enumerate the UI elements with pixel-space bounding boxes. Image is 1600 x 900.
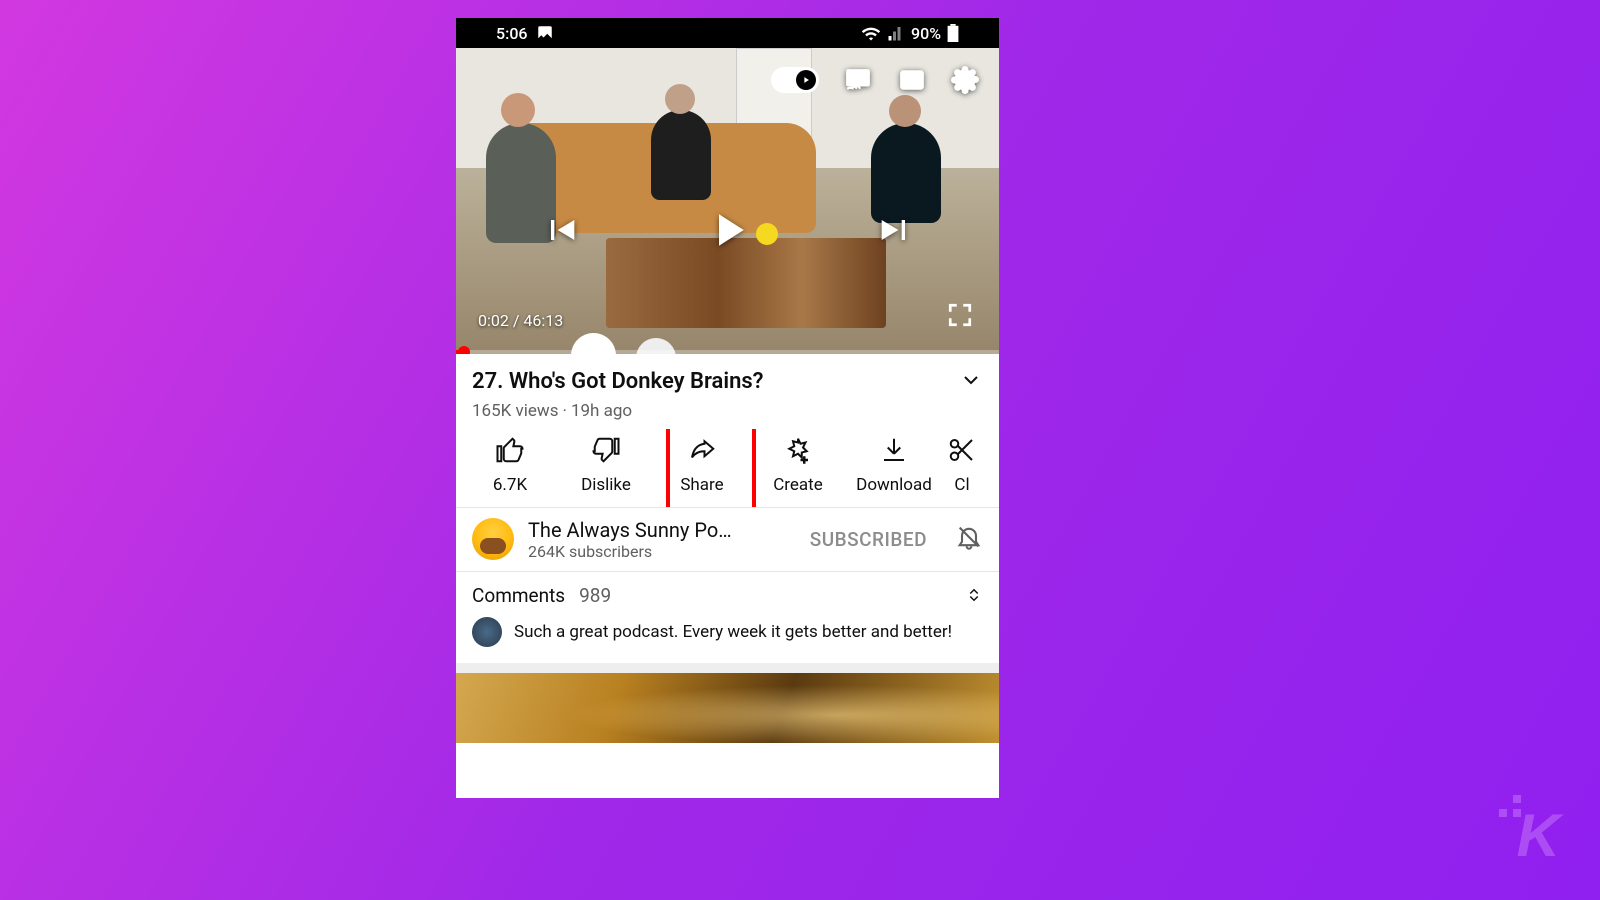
cast-icon[interactable] xyxy=(843,67,873,93)
play-icon[interactable] xyxy=(701,203,755,257)
comments-header[interactable]: Comments 989 xyxy=(456,572,999,613)
share-icon xyxy=(687,435,717,465)
status-time: 5:06 xyxy=(496,24,528,43)
picture-icon xyxy=(536,24,554,42)
like-button[interactable]: 6.7K xyxy=(462,435,558,495)
comments-count: 989 xyxy=(579,584,611,607)
download-icon xyxy=(879,435,909,465)
previous-icon[interactable] xyxy=(541,210,581,250)
comments-label: Comments xyxy=(472,584,565,607)
upload-age: 19h ago xyxy=(571,401,632,421)
clip-label: Cl xyxy=(954,475,969,495)
commenter-avatar xyxy=(472,617,502,647)
bell-off-icon xyxy=(955,523,983,551)
dislike-button[interactable]: Dislike xyxy=(558,435,654,495)
video-meta: 165K views·19h ago xyxy=(456,401,999,429)
view-count: 165K views xyxy=(472,401,558,421)
suggested-video-thumbnail[interactable] xyxy=(456,673,999,743)
status-bar: 5:06 90% xyxy=(456,18,999,48)
signal-icon xyxy=(887,24,905,42)
share-button[interactable]: Share xyxy=(654,435,750,495)
create-icon xyxy=(783,435,813,465)
title-row[interactable]: 27. Who's Got Donkey Brains? xyxy=(456,354,999,401)
expand-icon[interactable] xyxy=(965,586,983,604)
cc-icon[interactable] xyxy=(897,67,927,93)
player-overlay: 0:02 / 46:13 xyxy=(456,48,999,354)
battery-icon xyxy=(947,24,959,42)
subscribe-button[interactable]: SUBSCRIBED xyxy=(810,528,927,551)
download-label: Download xyxy=(856,475,932,495)
notification-bell[interactable] xyxy=(955,523,983,555)
chevron-down-icon[interactable] xyxy=(959,368,983,392)
phone-frame: 5:06 90% 0:02 / 46:13 xyxy=(456,18,999,798)
channel-row[interactable]: The Always Sunny Po… 264K subscribers SU… xyxy=(456,508,999,572)
action-row: 6.7K Dislike Share Create Download Cl xyxy=(456,429,999,508)
dislike-label: Dislike xyxy=(581,475,631,495)
video-title: 27. Who's Got Donkey Brains? xyxy=(472,368,764,397)
video-player[interactable]: 0:02 / 46:13 xyxy=(456,48,999,354)
share-label: Share xyxy=(680,475,723,495)
channel-name: The Always Sunny Po… xyxy=(528,518,796,542)
autoplay-toggle[interactable] xyxy=(771,67,819,93)
battery-percent: 90% xyxy=(911,24,941,43)
create-label: Create xyxy=(773,475,823,495)
wifi-icon xyxy=(861,23,881,43)
progress-bar[interactable] xyxy=(456,350,999,354)
top-comment[interactable]: Such a great podcast. Every week it gets… xyxy=(456,613,999,663)
top-comment-text: Such a great podcast. Every week it gets… xyxy=(514,622,952,642)
section-divider xyxy=(456,663,999,673)
subscriber-count: 264K subscribers xyxy=(528,542,796,561)
clip-button[interactable]: Cl xyxy=(942,435,982,495)
thumbs-down-icon xyxy=(591,435,621,465)
create-button[interactable]: Create xyxy=(750,435,846,495)
thumbs-up-icon xyxy=(495,435,525,465)
playback-time: 0:02 / 46:13 xyxy=(478,311,563,330)
gear-icon[interactable] xyxy=(951,66,979,94)
like-count: 6.7K xyxy=(493,475,527,495)
next-icon[interactable] xyxy=(875,210,915,250)
download-button[interactable]: Download xyxy=(846,435,942,495)
watermark: K xyxy=(1517,801,1560,870)
fullscreen-icon[interactable] xyxy=(947,302,973,332)
scissors-icon xyxy=(947,435,977,465)
channel-info: The Always Sunny Po… 264K subscribers xyxy=(528,518,796,561)
channel-avatar[interactable] xyxy=(472,518,514,560)
